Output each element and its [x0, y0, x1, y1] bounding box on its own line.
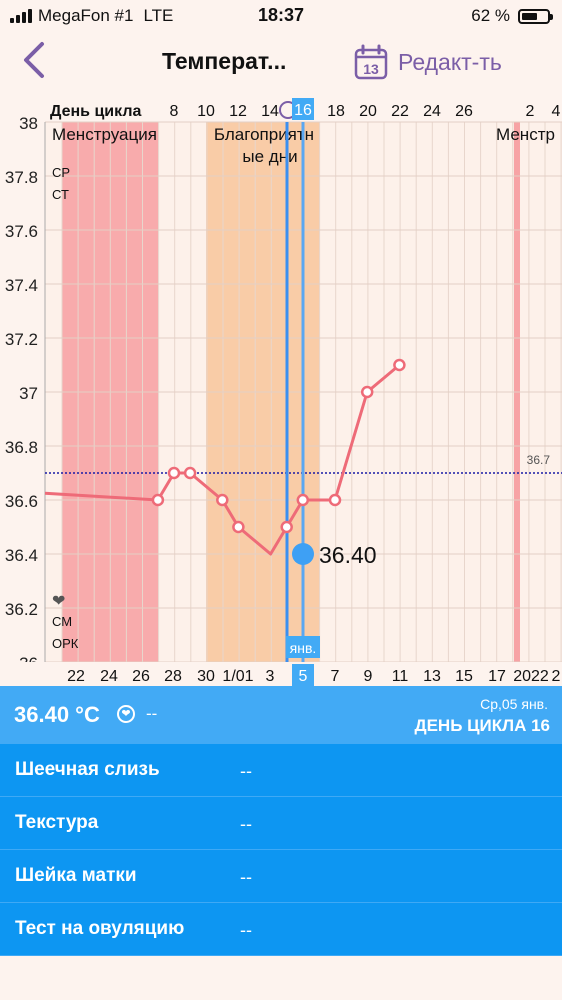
selected-data-point [292, 543, 314, 565]
selected-date: Ср,05 янв. [480, 696, 548, 712]
battery-icon [518, 8, 553, 24]
date-tick: 26 [132, 668, 150, 685]
data-point [216, 493, 229, 507]
selected-day-badge-label: 16 [294, 102, 312, 119]
y-tick-label: 38 [19, 114, 38, 133]
selected-date-badge-label: 5 [299, 668, 308, 685]
date-tick: 17 [488, 668, 506, 685]
cycle-day-tick: 20 [359, 103, 377, 120]
selected-day-header: 36.40 °C ❤ -- Ср,05 янв. ДЕНЬ ЦИКЛА 16 [0, 686, 562, 744]
y-tick-label: 37.2 [5, 330, 38, 349]
row-label: Тест на овуляцию [15, 918, 185, 939]
heart-icon[interactable]: ❤ [117, 705, 135, 723]
row-ovulation-test[interactable]: Тест на овуляцию -- [0, 903, 562, 956]
side-label-ork: ОРК [52, 636, 79, 651]
cycle-day-tick: 22 [391, 103, 409, 120]
edit-label: Редакт-ть [398, 48, 502, 75]
row-label: Текстура [15, 812, 99, 833]
cycle-day-tick: 26 [455, 103, 473, 120]
calendar-day: 13 [363, 61, 379, 77]
chevron-left-icon [24, 42, 44, 78]
cycle-day-label: ДЕНЬ ЦИКЛА 16 [414, 716, 550, 735]
date-tick: 3 [266, 668, 275, 685]
month-badge-label: янв. [290, 640, 317, 656]
cycle-day-tick: 10 [197, 103, 215, 120]
date-tick: 1/01 [222, 668, 253, 685]
y-tick-label: 36.6 [5, 492, 38, 511]
row-value: -- [240, 920, 252, 940]
page-title: Температ... [162, 48, 287, 74]
back-button[interactable] [18, 40, 54, 80]
next-menstruation-label: Менстр [496, 125, 555, 144]
row-cervix[interactable]: Шейка матки -- [0, 850, 562, 903]
data-point [183, 466, 197, 480]
row-cervical-mucus[interactable]: Шеечная слизь -- [0, 744, 562, 797]
y-tick-label: 37.8 [5, 168, 38, 187]
cycle-day-tick: 12 [229, 103, 247, 120]
y-tick-label: 37 [19, 384, 38, 403]
date-tick: 15 [455, 668, 473, 685]
y-tick-label: 36.4 [5, 546, 38, 565]
data-point [360, 385, 374, 399]
temperature-note: -- [146, 704, 158, 723]
row-label: Шеечная слизь [15, 759, 160, 780]
status-bar: MegaFon #1 LTE 18:37 62 % [0, 0, 562, 32]
cycle-day-tick: 18 [327, 103, 345, 120]
data-point [296, 493, 310, 507]
side-label-cm: СМ [52, 614, 72, 629]
cycle-day-tick: 24 [423, 103, 441, 120]
date-tick: 30 [197, 668, 215, 685]
cycle-day-tick: 14 [261, 103, 279, 120]
date-tick: 28 [164, 668, 182, 685]
date-tick: 9 [364, 668, 373, 685]
edit-button[interactable]: 13 Редакт-ть [354, 44, 502, 80]
fertile-label: Благоприятн [214, 125, 314, 144]
menstruation-label: Менструация [52, 125, 157, 144]
date-tick: 11 [392, 668, 409, 685]
date-tick: 2022 [513, 668, 549, 685]
y-tick-label: 36.8 [5, 438, 38, 457]
coverline-label: 36.7 [527, 453, 551, 467]
calendar-icon: 13 [354, 44, 388, 80]
y-tick-label: 37.6 [5, 222, 38, 241]
temperature-value: 36.40 °C [14, 702, 100, 727]
y-tick-label: 37.4 [5, 276, 38, 295]
data-point [280, 520, 293, 534]
date-tick: 22 [67, 668, 85, 685]
data-point [232, 520, 245, 534]
heart-icon: ❤ [52, 593, 65, 610]
selected-value-label: 36.40 [319, 542, 377, 568]
nav-bar: Температ... 13 Редакт-ть [0, 32, 562, 92]
y-tick-label: 36.2 [5, 600, 38, 619]
data-point [328, 493, 342, 507]
row-label: Шейка матки [15, 865, 137, 886]
row-texture[interactable]: Текстура -- [0, 797, 562, 850]
row-value: -- [240, 814, 252, 834]
date-tick: 2 [552, 668, 561, 685]
row-value: -- [240, 761, 252, 781]
cycle-day-tick: 8 [170, 103, 179, 120]
cycle-day-tick: 2 [526, 103, 535, 120]
cycle-day-header: День цикла [50, 103, 141, 120]
details-list: Шеечная слизь -- Текстура -- Шейка матки… [0, 744, 562, 956]
temperature-chart[interactable]: 3837.837.637.437.23736.836.636.436.236Де… [0, 92, 562, 686]
date-tick: 24 [100, 668, 118, 685]
side-label-ct: СТ [52, 187, 69, 202]
date-tick: 7 [331, 668, 340, 685]
home-indicator-area [0, 958, 562, 1000]
side-label-cp: СР [52, 165, 70, 180]
row-value: -- [240, 867, 252, 887]
fertile-label-line2: ые дни [242, 147, 297, 166]
data-point [393, 358, 406, 372]
date-tick: 13 [423, 668, 441, 685]
battery-percent: 62 % [471, 6, 510, 25]
data-point [167, 466, 181, 480]
data-point [151, 493, 165, 507]
cycle-day-tick: 4 [552, 103, 561, 120]
